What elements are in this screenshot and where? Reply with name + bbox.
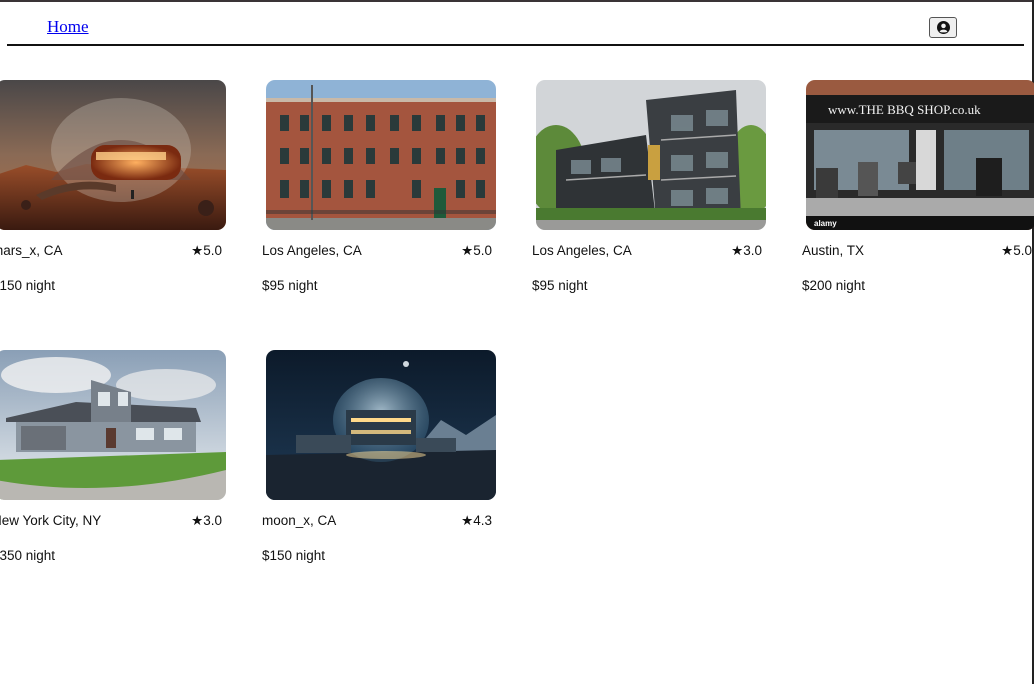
- shop-sign-text: www.THE BBQ SHOP.co.uk: [828, 102, 981, 117]
- listing-card[interactable]: mars_x, CA ★5.0 $150 night: [0, 80, 226, 293]
- listing-price: $150 night: [0, 278, 56, 293]
- listing-price: $200 night: [802, 278, 866, 293]
- listing-photo-bbq-shop[interactable]: www.THE BBQ SHOP.co.uk alamy: [806, 80, 1034, 230]
- listing-price: $350 night: [0, 548, 56, 563]
- listing-card[interactable]: New York City, NY ★3.0 $350 night: [0, 350, 226, 563]
- listing-location: mars_x, CA: [0, 243, 63, 258]
- listing-rating: ★5.0: [1001, 243, 1032, 258]
- listing-location: Los Angeles, CA: [532, 243, 632, 258]
- listing-price: $150 night: [262, 548, 326, 563]
- profile-button[interactable]: [929, 17, 957, 38]
- listing-card[interactable]: Los Angeles, CA ★3.0 $95 night: [532, 80, 766, 293]
- home-link[interactable]: Home: [47, 17, 89, 37]
- listing-location: Los Angeles, CA: [262, 243, 362, 258]
- listing-card[interactable]: www.THE BBQ SHOP.co.uk alamy Austin, TX …: [802, 80, 1034, 293]
- listing-price: $95 night: [262, 278, 318, 293]
- listing-card[interactable]: moon_x, CA ★4.3 $150 night: [262, 350, 496, 563]
- listing-photo-mars-dome[interactable]: [0, 80, 226, 230]
- user-circle-icon: [936, 21, 950, 34]
- listing-photo-moon-dome[interactable]: [266, 350, 496, 500]
- listing-rating: ★5.0: [191, 243, 222, 258]
- listing-price: $95 night: [532, 278, 588, 293]
- listing-location: New York City, NY: [0, 513, 102, 528]
- listing-card[interactable]: Los Angeles, CA ★5.0 $95 night: [262, 80, 496, 293]
- listing-rating: ★3.0: [191, 513, 222, 528]
- listing-photo-brick-building[interactable]: [266, 80, 496, 230]
- navbar: Home: [7, 0, 1024, 46]
- watermark-text: alamy: [814, 219, 837, 228]
- listing-rating: ★4.3: [461, 513, 492, 528]
- listing-photo-suburban-house[interactable]: [0, 350, 226, 500]
- listing-location: Austin, TX: [802, 243, 865, 258]
- listing-photo-modern-apartments[interactable]: [536, 80, 766, 230]
- listing-location: moon_x, CA: [262, 513, 337, 528]
- listing-rating: ★3.0: [731, 243, 762, 258]
- listing-rating: ★5.0: [461, 243, 492, 258]
